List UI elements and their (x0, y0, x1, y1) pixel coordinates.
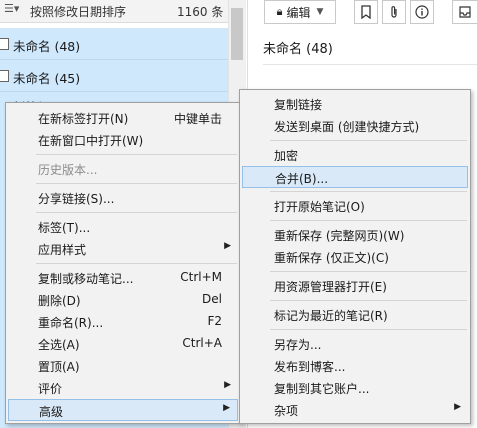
menu-item-label: 历史版本... (38, 163, 98, 177)
menu-separator (270, 300, 467, 301)
menu-item-label: 标签(T)... (38, 221, 91, 235)
menu-item-copy-move[interactable]: 复制或移动笔记... Ctrl+M (8, 267, 238, 289)
menu-item-label: 发送到桌面 (创建快捷方式) (274, 120, 420, 134)
menu-item-label: 复制链接 (274, 98, 323, 112)
menu-item-label: 加密 (274, 149, 299, 163)
menu-item-label: 重新保存 (完整网页)(W) (274, 229, 405, 243)
submenu-arrow-icon: ▶ (224, 241, 231, 251)
menu-item-label: 杂项 (274, 404, 299, 418)
menu-item-label: 删除(D) (38, 294, 81, 308)
menu-item-open-explorer[interactable]: 用资源管理器打开(E) (242, 275, 468, 297)
advanced-submenu: 复制链接 发送到桌面 (创建快捷方式) 加密 合并(B)... 打开原始笔记(O… (239, 89, 471, 424)
menu-item-rate[interactable]: 评价 ▶ (8, 377, 238, 399)
paperclip-icon (391, 6, 397, 18)
list-item[interactable]: 未命名 (48) (0, 28, 228, 60)
menu-item-shortcut: F2 (207, 314, 222, 328)
note-title: 未命名 (45) (13, 71, 81, 86)
attachment-button[interactable] (382, 0, 406, 24)
menu-item-shortcut: Del (202, 292, 222, 306)
menu-item-apply-style[interactable]: 应用样式 ▶ (8, 238, 238, 260)
menu-item-encrypt[interactable]: 加密 (242, 144, 468, 166)
context-menu: 在新标签打开(N) 中键单击 在新窗口中打开(W) 历史版本... 分享链接(S… (5, 102, 241, 424)
lock-icon: 🔒︎ (276, 5, 283, 18)
menu-item-mark-recent[interactable]: 标记为最近的笔记(R) (242, 304, 468, 326)
menu-item-misc[interactable]: 杂项 ▶ (242, 399, 468, 421)
scrollbar-thumb[interactable] (231, 8, 243, 60)
title-divider (263, 64, 477, 65)
menu-item-resave-text[interactable]: 重新保存 (仅正文)(C) (242, 246, 468, 268)
note-count: 1160 条 (177, 5, 224, 19)
bookmark-button[interactable] (354, 0, 378, 24)
note-title: 未命名 (48) (13, 39, 81, 54)
menu-item-shortcut: Ctrl+M (180, 270, 222, 284)
menu-item-label: 在新标签打开(N) (38, 112, 129, 126)
chevron-down-icon[interactable]: ☰▾ (4, 2, 19, 15)
menu-item-label: 复制到其它账户... (274, 382, 370, 396)
menu-item-label: 合并(B)... (275, 172, 329, 186)
menu-item-resave-full[interactable]: 重新保存 (完整网页)(W) (242, 224, 468, 246)
note-icon (0, 38, 9, 50)
info-icon (415, 5, 429, 19)
menu-item-share-link[interactable]: 分享链接(S)... (8, 187, 238, 209)
menu-item-pin-top[interactable]: 置顶(A) (8, 355, 238, 377)
menu-item-label: 复制或移动笔记... (38, 272, 134, 286)
menu-separator (36, 154, 237, 155)
menu-item-open-original[interactable]: 打开原始笔记(O) (242, 195, 468, 217)
menu-item-open-new-tab[interactable]: 在新标签打开(N) 中键单击 (8, 107, 238, 129)
menu-item-label: 打开原始笔记(O) (274, 200, 365, 214)
chevron-down-icon: ▼ (316, 7, 324, 17)
menu-separator (270, 140, 467, 141)
menu-item-label: 另存为... (274, 338, 322, 352)
menu-item-label: 高级 (39, 405, 64, 419)
note-icon (0, 70, 9, 82)
tray-icon (459, 6, 471, 18)
menu-item-advanced[interactable]: 高级 ▶ (8, 399, 238, 421)
sort-label[interactable]: 按照修改日期排序 (30, 3, 126, 20)
info-button[interactable] (410, 0, 434, 24)
menu-item-label: 评价 (38, 382, 63, 396)
submenu-arrow-icon: ▶ (223, 403, 230, 413)
note-title-heading: 未命名 (48) (263, 42, 333, 57)
menu-item-send-to-desktop[interactable]: 发送到桌面 (创建快捷方式) (242, 115, 468, 137)
menu-item-history[interactable]: 历史版本... (8, 158, 238, 180)
menu-item-label: 全选(A) (38, 338, 80, 352)
menu-item-merge[interactable]: 合并(B)... (242, 166, 468, 188)
menu-item-label: 用资源管理器打开(E) (274, 280, 387, 294)
edit-button[interactable]: 🔒︎ 编辑 ▼ (264, 0, 336, 24)
menu-item-label: 重新保存 (仅正文)(C) (274, 251, 389, 265)
menu-item-label: 在新窗口中打开(W) (38, 134, 144, 148)
menu-separator (270, 329, 467, 330)
menu-separator (270, 220, 467, 221)
menu-item-publish-blog[interactable]: 发布到博客... (242, 355, 468, 377)
menu-item-label: 分享链接(S)... (38, 192, 115, 206)
menu-item-copy-to-account[interactable]: 复制到其它账户... (242, 377, 468, 399)
menu-item-tags[interactable]: 标签(T)... (8, 216, 238, 238)
menu-separator (36, 263, 237, 264)
menu-item-label: 标记为最近的笔记(R) (274, 309, 388, 323)
menu-separator (270, 191, 467, 192)
menu-item-label: 发布到博客... (274, 360, 346, 374)
menu-item-copy-link[interactable]: 复制链接 (242, 93, 468, 115)
menu-item-shortcut: Ctrl+A (182, 336, 222, 350)
sort-bar[interactable]: ☰▾ 按照修改日期排序 1160 条 (0, 0, 228, 23)
menu-item-open-new-window[interactable]: 在新窗口中打开(W) (8, 129, 238, 151)
menu-item-shortcut: 中键单击 (173, 112, 222, 126)
more-button[interactable] (452, 0, 477, 24)
menu-item-select-all[interactable]: 全选(A) Ctrl+A (8, 333, 238, 355)
menu-item-label: 应用样式 (38, 243, 87, 257)
menu-separator (36, 183, 237, 184)
submenu-arrow-icon: ▶ (454, 402, 461, 412)
menu-item-label: 重命名(R)... (38, 316, 104, 330)
menu-item-delete[interactable]: 删除(D) Del (8, 289, 238, 311)
menu-item-save-as[interactable]: 另存为... (242, 333, 468, 355)
edit-label: 编辑 (286, 5, 311, 20)
list-item[interactable]: 未命名 (45) (0, 60, 228, 92)
menu-separator (270, 271, 467, 272)
menu-item-rename[interactable]: 重命名(R)... F2 (8, 311, 238, 333)
menu-item-label: 置顶(A) (38, 360, 80, 374)
bookmark-icon (361, 5, 371, 19)
menu-separator (36, 212, 237, 213)
submenu-arrow-icon: ▶ (224, 380, 231, 390)
